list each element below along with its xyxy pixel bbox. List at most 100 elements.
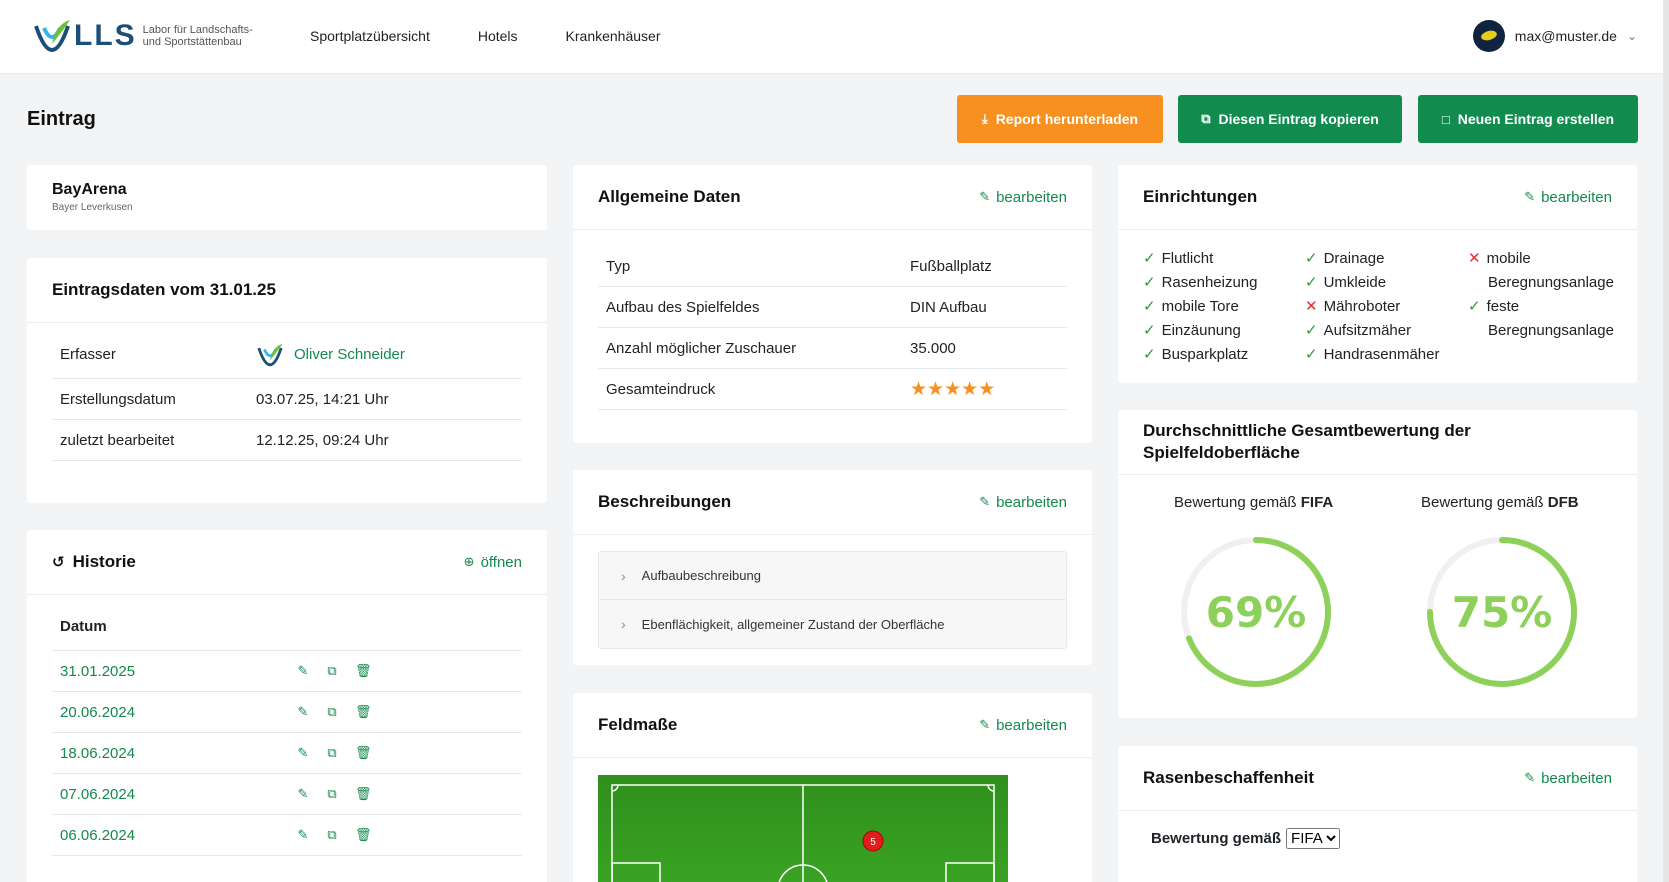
general-row: Aufbau des Spielfeldes DIN Aufbau: [598, 287, 1067, 328]
dfb-label: Bewertung gemäß DFB: [1421, 494, 1579, 511]
entry-data-title: Eintragsdaten vom 31.01.25: [52, 280, 276, 299]
history-icon: ↺: [52, 554, 65, 571]
football-pitch: 5: [598, 775, 1008, 882]
copy-icon[interactable]: ⧉: [326, 663, 338, 679]
edit-icon: ✎: [979, 717, 991, 732]
fifa-gauge: 69%: [1181, 537, 1331, 687]
nav-sportplatzuebersicht[interactable]: Sportplatzübersicht: [310, 28, 430, 44]
table-row: 07.06.2024 ✎ ⧉ 🗑: [52, 774, 522, 815]
edit-field-link[interactable]: ✎ bearbeiten: [979, 717, 1067, 734]
trash-icon[interactable]: 🗑: [355, 827, 372, 843]
main-nav: Sportplatzübersicht Hotels Krankenhäuser: [310, 28, 660, 44]
copy-icon[interactable]: ⧉: [326, 745, 338, 761]
edit-turf-link[interactable]: ✎ bearbeiten: [1524, 770, 1612, 787]
venue-club: Bayer Leverkusen: [52, 202, 133, 213]
edit-descriptions-link[interactable]: ✎ bearbeiten: [979, 494, 1067, 511]
table-row: 31.01.2025 ✎ ⧉ 🗑: [52, 651, 522, 692]
chevron-down-icon: ⌄: [1626, 29, 1637, 43]
copy-icon[interactable]: ⧉: [326, 704, 338, 720]
edit-general-link[interactable]: ✎ bearbeiten: [979, 189, 1067, 206]
descriptions-card: Beschreibungen ✎ bearbeiten › Aufbaubesc…: [573, 470, 1092, 665]
entry-row: Erfasser Oliver Schneider: [52, 331, 522, 379]
general-data-card: Allgemeine Daten ✎ bearbeiten Typ Fußbal…: [573, 165, 1092, 443]
pitch-marker-label[interactable]: 5: [870, 837, 876, 848]
gauge-value: 75%: [1452, 588, 1553, 637]
trash-icon[interactable]: 🗑: [355, 663, 372, 679]
facilities-column-1: ✓ Flutlicht ✓ Rasenheizung ✓ mobile Tore ✓ Einz…: [1143, 247, 1257, 367]
check-icon: ✓: [1143, 274, 1156, 291]
check-icon: ✓: [1305, 322, 1318, 339]
rating-standard-select[interactable]: FIFA: [1286, 828, 1341, 849]
entry-row: Erstellungsdatum 03.07.25, 14:21 Uhr: [52, 379, 522, 420]
facility-item: ✕ Mähroboter: [1305, 298, 1401, 315]
general-data-title: Allgemeine Daten: [598, 187, 741, 206]
copy-icon[interactable]: ⧉: [326, 786, 338, 802]
dfb-gauge: 75%: [1427, 537, 1577, 687]
edit-icon[interactable]: ✎: [297, 827, 309, 843]
star-icon: ★: [944, 378, 962, 400]
edit-icon[interactable]: ✎: [297, 745, 309, 761]
descriptions-title: Beschreibungen: [598, 492, 732, 511]
cross-icon: ✕: [1305, 298, 1318, 315]
entry-data-card: Eintragsdaten vom 31.01.25 Erfasser Oliv…: [27, 258, 547, 503]
check-icon: ✓: [1143, 250, 1156, 267]
edit-facilities-link[interactable]: ✎ bearbeiten: [1524, 189, 1612, 206]
download-report-button[interactable]: ⤓ Report herunterladen: [957, 95, 1163, 143]
facility-item-cont: Beregnungsanlage: [1488, 322, 1614, 339]
author-link[interactable]: Oliver Schneider: [294, 346, 405, 363]
facility-item: ✓ Handrasenmäher: [1305, 346, 1440, 363]
plus-circle-icon: ⊕: [463, 554, 475, 569]
trash-icon[interactable]: 🗑: [355, 745, 372, 761]
star-icon: ★: [927, 378, 945, 400]
facility-item: ✓ feste: [1468, 298, 1520, 315]
user-email: max@muster.de: [1514, 28, 1617, 44]
star-icon: ★: [910, 378, 928, 400]
top-navbar: LLS Labor für Landschafts- und Sportstät…: [0, 0, 1669, 74]
chevron-right-icon: ›: [621, 567, 626, 584]
user-menu[interactable]: max@muster.de ⌄: [1472, 20, 1637, 52]
star-rating: ★★★★★: [910, 378, 995, 401]
accordion-item[interactable]: › Ebenflächigkeit, allgemeiner Zustand d…: [599, 600, 1066, 648]
new-entry-button[interactable]: □ Neuen Eintrag erstellen: [1418, 95, 1638, 143]
check-icon: ✓: [1143, 346, 1156, 363]
edit-icon[interactable]: ✎: [297, 663, 309, 679]
general-row: Anzahl möglicher Zuschauer 35.000: [598, 328, 1067, 369]
nav-krankenhaeuser[interactable]: Krankenhäuser: [566, 28, 661, 44]
accordion-item[interactable]: › Aufbaubeschreibung: [599, 552, 1066, 600]
history-title: Historie: [72, 552, 136, 571]
download-icon: ⤓: [981, 111, 988, 126]
venue-card: BayArena Bayer Leverkusen: [27, 165, 547, 230]
nav-hotels[interactable]: Hotels: [478, 28, 518, 44]
check-icon: ✓: [1468, 298, 1481, 315]
edit-icon: ✎: [1524, 770, 1536, 785]
venue-name: BayArena: [52, 181, 127, 198]
scrollbar[interactable]: [1663, 0, 1669, 882]
edit-icon[interactable]: ✎: [297, 704, 309, 720]
logo-text: LLS: [74, 19, 137, 52]
turf-rating-label: Bewertung gemäß: [1151, 830, 1282, 847]
table-header: Datum: [52, 603, 522, 651]
facility-item: ✓ Drainage: [1305, 250, 1385, 267]
logo[interactable]: LLS Labor für Landschafts- und Sportstät…: [32, 16, 253, 56]
copy-icon[interactable]: ⧉: [326, 827, 338, 843]
open-history-link[interactable]: ⊕ öffnen: [464, 554, 522, 571]
table-row: 06.06.2024 ✎ ⧉ 🗑: [52, 815, 522, 856]
facility-item: ✓ Busparkplatz: [1143, 346, 1249, 363]
edit-icon[interactable]: ✎: [297, 786, 309, 802]
user-logo-icon: [257, 343, 283, 366]
cross-icon: ✕: [1468, 250, 1481, 267]
avatar: [1472, 20, 1505, 52]
field-dimensions-card: Feldmaße ✎ bearbeiten 5: [573, 693, 1092, 882]
facilities-column-2: ✓ Drainage ✓ Umkleide ✕ Mähroboter ✓ Aufsitzmäh…: [1305, 247, 1439, 367]
new-document-icon: □: [1441, 111, 1450, 127]
entry-row: zuletzt bearbeitet 12.12.25, 09:24 Uhr: [52, 420, 522, 461]
trash-icon[interactable]: 🗑: [355, 704, 372, 720]
facility-item: ✕ mobile: [1468, 250, 1531, 267]
copy-entry-button[interactable]: ⧉ Diesen Eintrag kopieren: [1178, 95, 1402, 143]
logo-subtitle: Labor für Landschafts- und Sportstättenb…: [142, 24, 253, 48]
trash-icon[interactable]: 🗑: [355, 786, 372, 802]
general-row: Gesamteindruck ★★★★★: [598, 369, 1067, 410]
facility-item: ✓ Flutlicht: [1143, 250, 1214, 267]
surface-rating-card: Durchschnittliche Gesamtbewertung der Sp…: [1118, 410, 1637, 718]
facilities-card: Einrichtungen ✎ bearbeiten ✓ Flutlicht ✓ Ra…: [1118, 165, 1637, 383]
